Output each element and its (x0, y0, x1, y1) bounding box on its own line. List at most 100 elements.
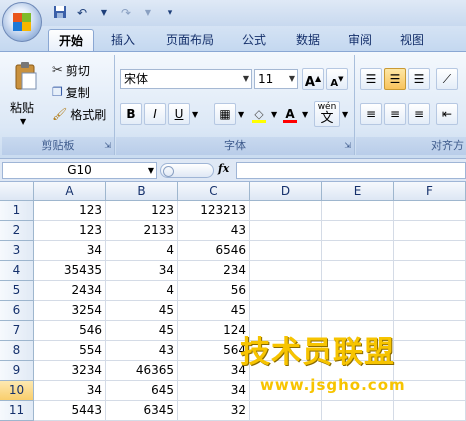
chevron-down-icon[interactable]: ▼ (148, 163, 154, 178)
customize-qat-icon[interactable]: ▾ (162, 5, 178, 21)
undo-dropdown-icon[interactable]: ▼ (96, 5, 112, 21)
underline-dropdown-icon[interactable]: ▼ (192, 110, 198, 119)
cell-c[interactable]: 6546 (178, 241, 250, 261)
dialog-launcher-icon[interactable]: ⇲ (344, 137, 351, 155)
cell-e[interactable] (322, 221, 394, 241)
align-right-button[interactable]: ≡ (408, 103, 430, 125)
cell-a[interactable]: 3254 (34, 301, 106, 321)
cell-b[interactable]: 4 (106, 241, 178, 261)
borders-button[interactable]: ▦ (214, 103, 236, 125)
row-header[interactable]: 8 (0, 341, 34, 361)
font-size-select[interactable]: 11 ▼ (254, 69, 298, 89)
expand-formula-handle[interactable] (160, 163, 214, 178)
cell-f[interactable] (394, 321, 466, 341)
row-header[interactable]: 7 (0, 321, 34, 341)
cell-e[interactable] (322, 281, 394, 301)
cell-b[interactable]: 43 (106, 341, 178, 361)
cell-c[interactable]: 45 (178, 301, 250, 321)
undo-icon[interactable]: ↶ (74, 5, 90, 21)
cell-c[interactable]: 56 (178, 281, 250, 301)
orientation-button[interactable]: ⟋ (436, 68, 458, 90)
row-header[interactable]: 1 (0, 201, 34, 221)
cell-c[interactable]: 43 (178, 221, 250, 241)
align-top-button[interactable]: ☰ (360, 68, 382, 90)
font-name-select[interactable]: 宋体 ▼ (120, 69, 252, 89)
cell-e[interactable] (322, 241, 394, 261)
align-bottom-button[interactable]: ☰ (408, 68, 430, 90)
paste-button[interactable]: 粘贴 ▼ (8, 59, 44, 129)
cell-b[interactable]: 2133 (106, 221, 178, 241)
align-left-button[interactable]: ≡ (360, 103, 382, 125)
cell-e[interactable] (322, 261, 394, 281)
cell-a[interactable]: 5443 (34, 401, 106, 421)
worksheet-grid[interactable]: A B C D E F 1 123 123 123213 2 123 2133 43 3 34 4 6… (0, 182, 466, 421)
cell-c[interactable]: 34 (178, 381, 250, 401)
cell-d[interactable] (250, 261, 322, 281)
cell-a[interactable]: 123 (34, 201, 106, 221)
cell-f[interactable] (394, 281, 466, 301)
borders-dropdown-icon[interactable]: ▼ (238, 110, 244, 119)
grow-font-button[interactable]: A▲ (302, 68, 324, 90)
bold-button[interactable]: B (120, 103, 142, 125)
cell-d[interactable] (250, 401, 322, 421)
cell-c[interactable]: 123213 (178, 201, 250, 221)
cell-f[interactable] (394, 341, 466, 361)
row-header[interactable]: 5 (0, 281, 34, 301)
redo-icon[interactable]: ↷ (118, 5, 134, 21)
cell-e[interactable] (322, 301, 394, 321)
cell-a[interactable]: 546 (34, 321, 106, 341)
tab-home[interactable]: 开始 (48, 29, 94, 52)
cell-d[interactable] (250, 221, 322, 241)
cell-a[interactable]: 123 (34, 221, 106, 241)
cell-a[interactable]: 34 (34, 241, 106, 261)
copy-button[interactable]: ❐ 复制 (52, 83, 90, 101)
column-header-a[interactable]: A (34, 182, 106, 201)
cell-d[interactable] (250, 301, 322, 321)
tab-data[interactable]: 数据 (288, 29, 328, 51)
cell-a[interactable]: 34 (34, 381, 106, 401)
redo-dropdown-icon[interactable]: ▼ (140, 5, 156, 21)
column-header-e[interactable]: E (322, 182, 394, 201)
cell-d[interactable] (250, 201, 322, 221)
dialog-launcher-icon[interactable]: ⇲ (104, 137, 111, 155)
cell-c[interactable]: 234 (178, 261, 250, 281)
italic-button[interactable]: I (144, 103, 166, 125)
cell-f[interactable] (394, 201, 466, 221)
fill-color-dropdown-icon[interactable]: ▼ (271, 110, 277, 119)
cell-a[interactable]: 35435 (34, 261, 106, 281)
tab-page-layout[interactable]: 页面布局 (158, 29, 222, 51)
cell-b[interactable]: 123 (106, 201, 178, 221)
cell-e[interactable] (322, 401, 394, 421)
cell-b[interactable]: 34 (106, 261, 178, 281)
cell-b[interactable]: 4 (106, 281, 178, 301)
cell-a[interactable]: 3234 (34, 361, 106, 381)
column-header-b[interactable]: B (106, 182, 178, 201)
cell-b[interactable]: 46365 (106, 361, 178, 381)
font-color-dropdown-icon[interactable]: ▼ (302, 110, 308, 119)
row-header[interactable]: 4 (0, 261, 34, 281)
phonetic-dropdown-icon[interactable]: ▼ (342, 110, 348, 119)
formula-input[interactable] (236, 162, 466, 179)
cell-b[interactable]: 45 (106, 321, 178, 341)
office-button[interactable] (2, 2, 42, 42)
cell-c[interactable]: 32 (178, 401, 250, 421)
cell-d[interactable] (250, 281, 322, 301)
cell-b[interactable]: 6345 (106, 401, 178, 421)
format-painter-button[interactable]: 🖌 格式刷 (52, 105, 106, 123)
phonetic-guide-button[interactable]: wén 文 (314, 101, 340, 127)
cell-f[interactable] (394, 401, 466, 421)
font-color-button[interactable]: A (279, 103, 301, 125)
column-header-f[interactable]: F (394, 182, 466, 201)
shrink-font-button[interactable]: A▼ (326, 68, 348, 90)
underline-button[interactable]: U (168, 103, 190, 125)
align-middle-button[interactable]: ☰ (384, 68, 406, 90)
cell-f[interactable] (394, 221, 466, 241)
cell-f[interactable] (394, 241, 466, 261)
tab-review[interactable]: 审阅 (340, 29, 380, 51)
row-header[interactable]: 6 (0, 301, 34, 321)
cut-button[interactable]: ✂ 剪切 (52, 61, 90, 79)
name-box[interactable]: G10 ▼ (2, 162, 157, 179)
fx-icon[interactable]: fx (218, 162, 229, 175)
select-all-corner[interactable] (0, 182, 34, 201)
cell-b[interactable]: 645 (106, 381, 178, 401)
